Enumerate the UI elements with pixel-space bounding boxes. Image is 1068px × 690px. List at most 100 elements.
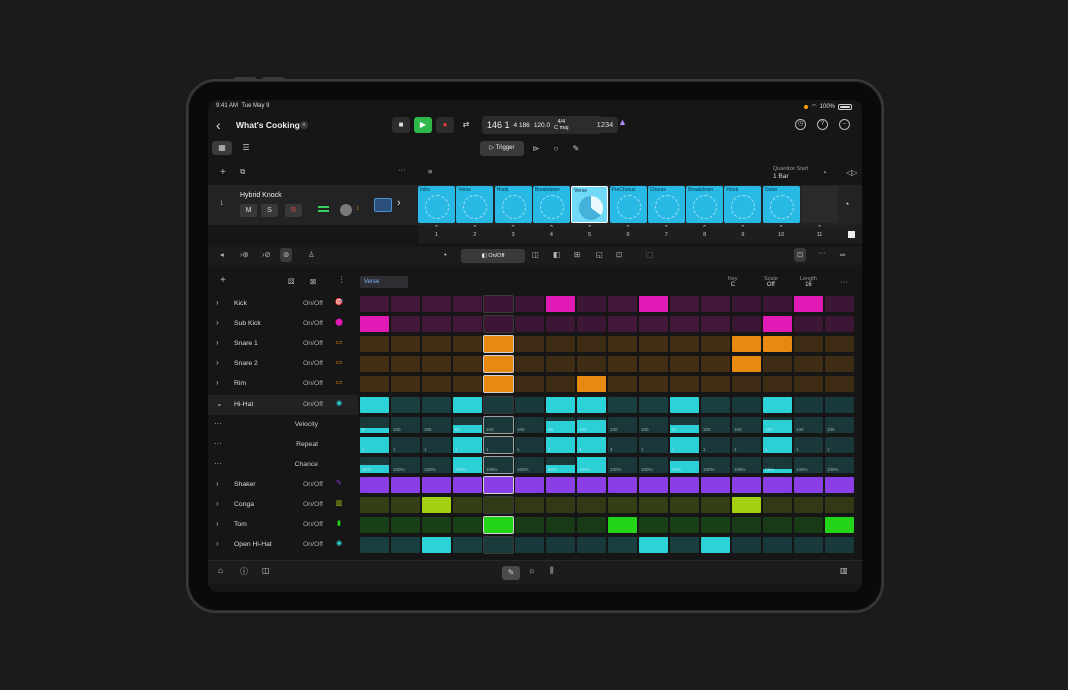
step-pad[interactable] bbox=[670, 316, 700, 333]
automation-mode-icon[interactable]: ⊡ bbox=[616, 250, 622, 259]
step-pad[interactable] bbox=[482, 516, 515, 535]
step-param[interactable]: 1 bbox=[670, 436, 700, 453]
step-pad[interactable] bbox=[577, 537, 607, 554]
step-pad[interactable] bbox=[577, 376, 607, 393]
step-pad[interactable] bbox=[670, 396, 700, 413]
step-param[interactable]: 100 bbox=[391, 416, 421, 433]
step-param[interactable]: 100% bbox=[639, 456, 669, 473]
clip-cell[interactable]: Intro bbox=[418, 186, 455, 223]
chevron-right-icon[interactable]: › bbox=[216, 318, 219, 327]
library-icon[interactable]: ⌂ bbox=[218, 566, 223, 575]
step-pad[interactable] bbox=[639, 296, 669, 312]
step-pad[interactable] bbox=[515, 296, 545, 312]
step-pad[interactable] bbox=[701, 316, 731, 333]
velocity-mode-icon[interactable]: ◫ bbox=[532, 250, 539, 259]
clear-icon[interactable]: ⊠ bbox=[310, 277, 316, 286]
step-pad[interactable] bbox=[701, 537, 731, 554]
onoff-mode-button[interactable]: ◧ On/Off bbox=[461, 249, 525, 263]
step-pad[interactable] bbox=[763, 517, 793, 534]
pencil-icon[interactable]: ✎ bbox=[568, 141, 584, 156]
row-label[interactable]: › Tom On/Off ▮ bbox=[208, 515, 358, 535]
step-pad[interactable] bbox=[360, 296, 390, 312]
smart-controls-icon[interactable]: ☼ bbox=[528, 566, 535, 575]
more-options-icon[interactable]: ··· bbox=[398, 165, 406, 174]
step-pad[interactable] bbox=[360, 396, 390, 413]
step-pad[interactable] bbox=[608, 537, 638, 554]
step-pad[interactable] bbox=[763, 537, 793, 554]
chevron-right-icon[interactable]: › bbox=[216, 479, 219, 488]
step-pad[interactable] bbox=[794, 356, 824, 373]
step-pad[interactable] bbox=[763, 396, 793, 413]
trigger-button[interactable]: ▷ Trigger bbox=[480, 141, 524, 156]
step-param[interactable]: 1 bbox=[763, 436, 793, 453]
step-pad[interactable] bbox=[453, 356, 483, 373]
row-label[interactable]: › Open Hi-Hat On/Off ◉ bbox=[208, 535, 358, 555]
step-pad[interactable] bbox=[391, 497, 421, 513]
clip-cell[interactable]: Hook bbox=[494, 186, 532, 223]
step-param[interactable]: 62 bbox=[453, 416, 483, 433]
step-pad[interactable] bbox=[608, 336, 638, 353]
step-pad[interactable] bbox=[546, 537, 576, 554]
step-pad[interactable] bbox=[639, 356, 669, 373]
step-pad[interactable] bbox=[670, 476, 700, 493]
step-pad[interactable] bbox=[360, 517, 390, 534]
step-pad[interactable] bbox=[422, 497, 452, 513]
step-param[interactable]: 1 bbox=[391, 436, 421, 453]
subrow-label[interactable]: ··· Repeat bbox=[208, 435, 358, 455]
step-param[interactable]: 88 bbox=[546, 416, 576, 433]
step-pad[interactable] bbox=[577, 356, 607, 373]
step-pad[interactable] bbox=[608, 356, 638, 373]
add-track-icon[interactable]: + bbox=[220, 167, 226, 178]
step-pad[interactable] bbox=[360, 376, 390, 393]
scene-settings-icon[interactable]: ≡ bbox=[428, 167, 432, 176]
step-pad[interactable] bbox=[732, 336, 762, 353]
step-pad[interactable] bbox=[608, 396, 638, 413]
step-pad[interactable] bbox=[794, 336, 824, 353]
cycle-icon[interactable]: ⇄ bbox=[457, 117, 475, 133]
step-pad[interactable] bbox=[515, 476, 545, 493]
random-icon[interactable]: ⚄ bbox=[288, 277, 295, 286]
help-icon[interactable]: ? bbox=[817, 119, 828, 130]
step-param[interactable]: 100 bbox=[763, 416, 793, 433]
step-pad[interactable] bbox=[515, 316, 545, 333]
vertical-more-icon[interactable]: ⋮ bbox=[338, 275, 346, 284]
pattern-name[interactable]: Verse bbox=[360, 276, 408, 288]
step-pad[interactable] bbox=[732, 316, 762, 333]
subrow-label[interactable]: ··· Chance bbox=[208, 455, 358, 475]
step-param[interactable]: 100 bbox=[732, 416, 762, 433]
step-pad[interactable] bbox=[639, 517, 669, 534]
step-param[interactable]: 0 bbox=[360, 416, 390, 433]
scene-trigger[interactable]: ⌃ 4 bbox=[533, 225, 570, 238]
step-pad[interactable] bbox=[360, 537, 390, 554]
stop-button[interactable]: ■ bbox=[392, 117, 410, 133]
step-pad[interactable] bbox=[763, 376, 793, 393]
activity-icon[interactable]: ◷ bbox=[795, 119, 806, 130]
chevron-right-icon[interactable]: › bbox=[216, 298, 219, 307]
step-param[interactable]: 100 bbox=[608, 416, 638, 433]
step-pad[interactable] bbox=[482, 496, 515, 514]
quantize-start[interactable]: Quantize Start 1 Bar bbox=[773, 166, 808, 180]
step-param[interactable]: 100% bbox=[608, 456, 638, 473]
step-param[interactable]: 1 bbox=[515, 436, 545, 453]
step-pad[interactable] bbox=[515, 517, 545, 534]
step-pad[interactable] bbox=[515, 396, 545, 413]
step-pad[interactable] bbox=[639, 497, 669, 513]
chevron-right-icon[interactable]: › bbox=[216, 539, 219, 548]
step-param[interactable]: 100% bbox=[825, 456, 855, 473]
scale-setting[interactable]: Scale Off bbox=[764, 276, 778, 288]
record-arm-button[interactable]: R bbox=[285, 204, 302, 217]
back-chevron-icon[interactable]: ‹ bbox=[216, 117, 221, 133]
clip-cell[interactable]: Hook bbox=[724, 186, 762, 223]
step-pad[interactable] bbox=[391, 517, 421, 534]
loop-region-icon[interactable]: ⊡ bbox=[794, 248, 807, 262]
step-pad[interactable] bbox=[794, 497, 824, 513]
step-pad[interactable] bbox=[391, 376, 421, 393]
step-pad[interactable] bbox=[670, 376, 700, 393]
step-pad[interactable] bbox=[422, 537, 452, 554]
length-setting[interactable]: Length 16 bbox=[800, 276, 817, 288]
step-param[interactable]: 100% bbox=[794, 456, 824, 473]
step-pad[interactable] bbox=[732, 296, 762, 312]
step-pad[interactable] bbox=[577, 316, 607, 333]
step-pad[interactable] bbox=[391, 296, 421, 312]
row-label[interactable]: › Snare 1 On/Off ▭ bbox=[208, 334, 358, 354]
